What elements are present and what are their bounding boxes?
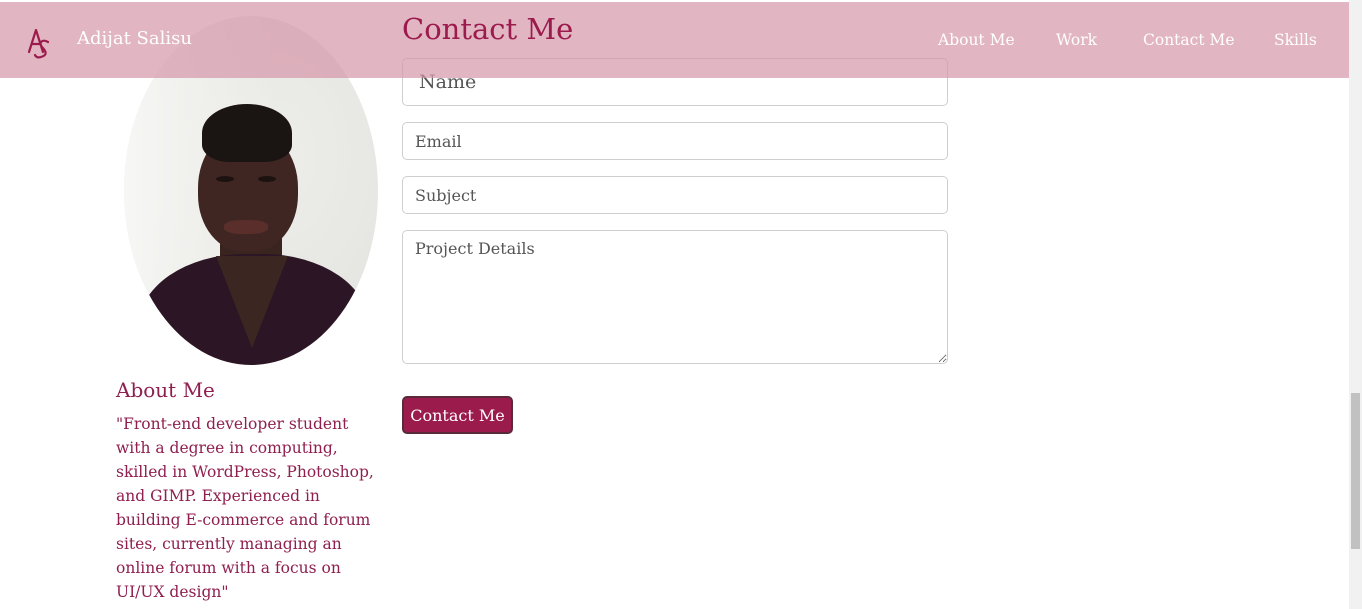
about-heading: About Me <box>116 378 215 402</box>
brand-name[interactable]: Adijat Salisu <box>77 28 192 49</box>
nav-work[interactable]: Work <box>1056 31 1097 49</box>
scrollbar-thumb[interactable] <box>1351 393 1360 549</box>
subject-input[interactable] <box>402 176 948 214</box>
project-details-textarea[interactable] <box>402 230 948 364</box>
logo-icon[interactable] <box>26 26 52 60</box>
nav-contact[interactable]: Contact Me <box>1143 31 1235 49</box>
nav-about[interactable]: About Me <box>938 31 1015 49</box>
page: About Me "Front-end developer student wi… <box>0 0 1349 609</box>
navbar: Adijat Salisu About Me Work Contact Me S… <box>0 2 1349 78</box>
nav-skills[interactable]: Skills <box>1274 31 1317 49</box>
about-text: "Front-end developer student with a degr… <box>116 415 374 601</box>
contact-submit-button[interactable]: Contact Me <box>402 396 513 434</box>
email-input[interactable] <box>402 122 948 160</box>
scrollbar[interactable] <box>1349 0 1362 609</box>
contact-heading: Contact Me <box>402 12 574 46</box>
